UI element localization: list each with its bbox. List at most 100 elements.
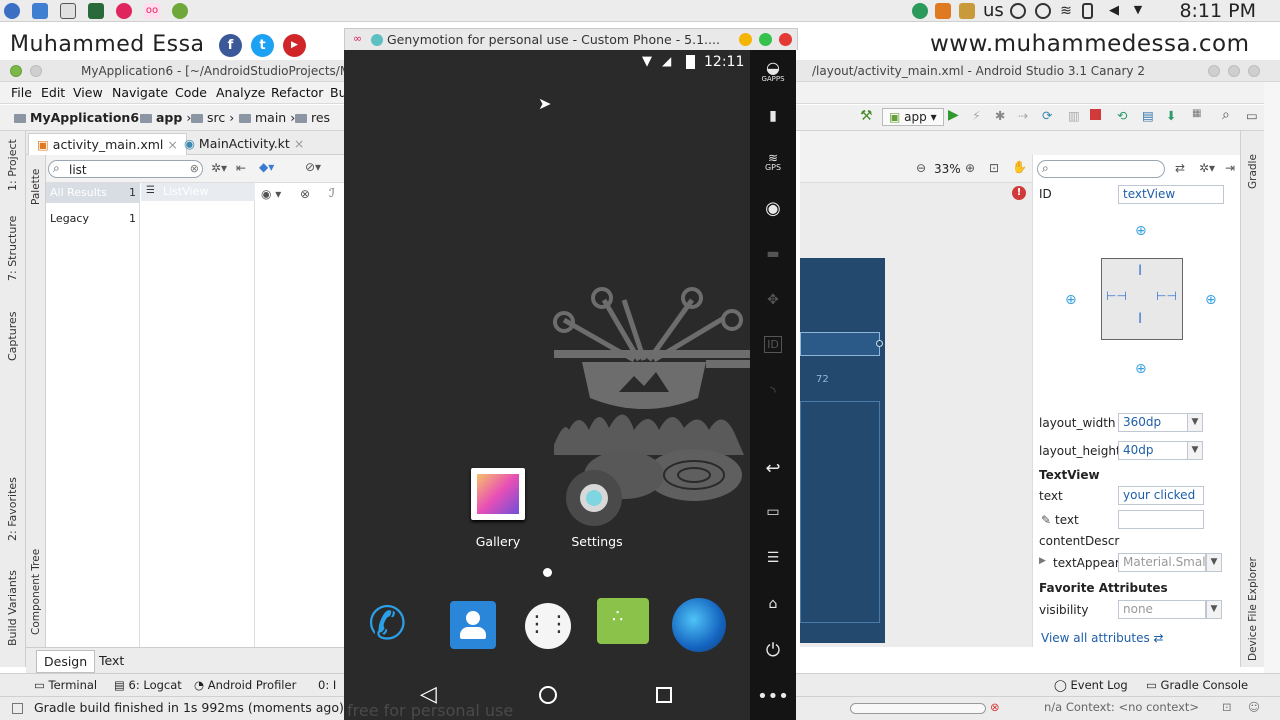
contacts-app-icon[interactable]: [450, 601, 496, 649]
breadcrumb-project[interactable]: MyApplication6 ›: [14, 110, 148, 125]
palette-search[interactable]: ⌕ list ⊗: [48, 160, 203, 178]
messaging-app-icon[interactable]: ∴: [597, 598, 649, 644]
home-button-icon[interactable]: ⌂: [750, 596, 796, 612]
tab-main-activity[interactable]: ◉ MainActivity.kt ×: [176, 133, 312, 155]
menu-code[interactable]: Code: [175, 85, 207, 100]
recents-nav-icon[interactable]: [656, 687, 672, 703]
event-log-button[interactable]: ◯ Event Log: [1054, 678, 1128, 692]
attach-icon[interactable]: ⇢: [1018, 108, 1028, 123]
layout-width-field[interactable]: 360dp: [1118, 413, 1188, 432]
chevron-down-icon[interactable]: ▼: [1187, 441, 1203, 460]
settings-gear-icon[interactable]: ✲▾: [211, 161, 227, 175]
menu-file[interactable]: File: [11, 85, 32, 100]
phone-app-icon[interactable]: ✆: [368, 596, 407, 650]
settings-label[interactable]: Settings: [557, 534, 637, 549]
build-hammer-icon[interactable]: ⚒: [860, 108, 873, 124]
logcat-button[interactable]: ▤ 6: Logcat: [114, 678, 182, 692]
close-button[interactable]: [1248, 65, 1260, 77]
profile-icon[interactable]: ✱: [995, 108, 1005, 123]
package-icon[interactable]: [959, 3, 975, 19]
tool-window-truncated[interactable]: 0: I: [318, 678, 336, 692]
chevron-down-icon[interactable]: ▼: [1187, 413, 1203, 432]
layout-height-field[interactable]: 40dp: [1118, 441, 1188, 460]
tools-text-field[interactable]: [1118, 510, 1204, 529]
minimize-button[interactable]: [1208, 65, 1220, 77]
system-clock[interactable]: 8:11 PM: [1179, 0, 1256, 22]
tab-design[interactable]: Design: [36, 650, 96, 673]
terminal-button[interactable]: ▭ Terminal: [34, 678, 97, 692]
tool-project[interactable]: 1: Project: [6, 139, 19, 191]
attributes-search[interactable]: ⌕: [1037, 160, 1165, 178]
update-icon[interactable]: [912, 3, 928, 19]
tab-activity-main[interactable]: ▣ activity_main.xml ×: [28, 133, 187, 155]
capture-icon[interactable]: ▦: [1192, 108, 1201, 119]
tool-favorites[interactable]: 2: Favorites: [6, 477, 19, 541]
cast-widget-icon[interactable]: ◝: [750, 384, 796, 400]
run-config-select[interactable]: ▣ app ▾: [882, 108, 944, 126]
keyboard-layout[interactable]: us: [983, 0, 1004, 22]
menu-navigate[interactable]: Navigate: [112, 85, 168, 100]
android-home-screen[interactable]: ▼ ◢ 12:11 ➤ Gallery Settings ✆ ⋮⋮ ∴ ◁ fr…: [344, 50, 750, 720]
help-icon[interactable]: [1035, 3, 1051, 19]
sync-icon[interactable]: ⟲: [1117, 108, 1127, 123]
android-studio-icon[interactable]: [172, 3, 188, 19]
collapse-icon[interactable]: ⇤: [236, 161, 246, 175]
tool-component-tree[interactable]: Component Tree: [30, 549, 42, 635]
stop-icon[interactable]: [1090, 109, 1101, 120]
eye-icon[interactable]: ◉ ▾: [261, 187, 281, 201]
window-menu-icon[interactable]: [10, 65, 22, 77]
expand-arrow-icon[interactable]: ▶: [1039, 556, 1046, 566]
add-right-constraint-icon[interactable]: ⊕: [1205, 292, 1217, 308]
design-surface-icon[interactable]: ◆▾: [259, 160, 274, 174]
gapps-widget[interactable]: ◒ GAPPS: [750, 60, 796, 84]
palette-item-listview[interactable]: ☰ ListView: [141, 183, 255, 201]
pan-hand-icon[interactable]: ✋: [1012, 160, 1027, 174]
move-widget-icon[interactable]: ✥: [750, 292, 796, 308]
sdk-manager-icon[interactable]: ⬇: [1166, 108, 1176, 123]
settings-app-icon[interactable]: [566, 470, 622, 526]
close-button[interactable]: [779, 33, 792, 46]
text-appearance-field[interactable]: Material.Small: [1118, 553, 1206, 572]
error-icon[interactable]: !: [1012, 186, 1026, 200]
fedora-logo-icon[interactable]: [4, 3, 20, 19]
genymotion-device-icon[interactable]: oo: [144, 3, 160, 19]
close-tab-icon[interactable]: ×: [294, 136, 304, 151]
category-legacy[interactable]: Legacy 1: [46, 209, 140, 229]
id-field[interactable]: textView: [1118, 185, 1224, 204]
zoom-out-icon[interactable]: ⊖: [916, 161, 926, 175]
tab-text[interactable]: Text: [92, 653, 131, 668]
gallery-app-icon[interactable]: [471, 468, 525, 520]
coverage-icon[interactable]: ▥: [1068, 108, 1080, 123]
avd-manager-icon[interactable]: ▤: [1142, 108, 1154, 123]
menu-down-icon[interactable]: ▼: [1130, 3, 1146, 19]
browser-app-icon[interactable]: [672, 598, 726, 652]
menu-refactor[interactable]: Refactor: [271, 85, 323, 100]
settings-gear-icon[interactable]: ✲▾: [1199, 161, 1215, 175]
tool-build-variants[interactable]: Build Variants: [6, 570, 19, 646]
battery-widget-icon[interactable]: ▮: [750, 108, 796, 124]
menu-edit[interactable]: Edit: [41, 85, 65, 100]
clear-search-icon[interactable]: ⊗: [190, 162, 199, 175]
zoom-fit-icon[interactable]: ⊡: [989, 161, 999, 175]
tool-structure[interactable]: 7: Structure: [6, 216, 19, 281]
structure-icon[interactable]: ▭: [1246, 108, 1258, 123]
selected-textview[interactable]: [800, 332, 880, 356]
menu-analyze[interactable]: Analyze: [216, 85, 265, 100]
breadcrumb-app[interactable]: app ›: [140, 110, 191, 125]
monitor-icon[interactable]: [88, 3, 104, 19]
back-button-icon[interactable]: ↩: [750, 458, 796, 479]
category-all-results[interactable]: All Results 1: [46, 183, 140, 203]
constraint-widget[interactable]: I I ⊢⊣ ⊢⊣: [1101, 258, 1183, 340]
orientation-icon[interactable]: ⊘▾: [305, 160, 321, 174]
menu-button-icon[interactable]: ☰: [750, 550, 796, 566]
blueprint-view[interactable]: 72: [800, 258, 885, 643]
add-bottom-constraint-icon[interactable]: ⊕: [1135, 361, 1147, 377]
media-widget-icon[interactable]: ▬: [750, 246, 796, 262]
add-left-constraint-icon[interactable]: ⊕: [1065, 292, 1077, 308]
window-icon[interactable]: [60, 3, 76, 19]
chevron-down-icon[interactable]: ▼: [1206, 600, 1222, 619]
apply-changes-icon[interactable]: ⟳: [1042, 108, 1052, 123]
gradle-console-button[interactable]: ▭ Gradle Console: [1146, 678, 1248, 692]
power-button-icon[interactable]: ⏻: [750, 640, 796, 661]
visibility-field[interactable]: none: [1118, 600, 1206, 619]
